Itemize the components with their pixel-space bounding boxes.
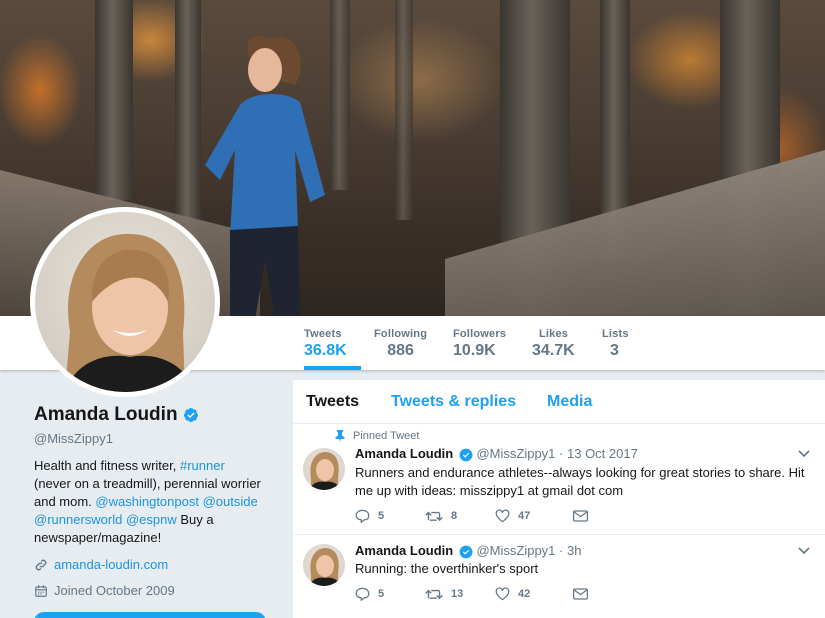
tweet-header: Amanda Loudin @MissZippy1 · 3h xyxy=(355,543,581,559)
tab-tweets-replies[interactable]: Tweets & replies xyxy=(391,393,516,411)
stat-value: 3 xyxy=(610,342,619,359)
profile-handle[interactable]: @MissZippy1 xyxy=(34,431,113,446)
stat-following[interactable]: Following 886 xyxy=(374,316,427,370)
reply-icon xyxy=(355,587,370,601)
verified-badge-icon xyxy=(183,407,198,422)
retweet-count: 13 xyxy=(451,588,464,600)
stat-value: 34.7K xyxy=(532,342,575,359)
tweet-author-handle[interactable]: @MissZippy1 xyxy=(476,446,555,461)
runner-figure xyxy=(205,35,325,316)
retweet-button[interactable]: 8 xyxy=(425,510,495,522)
retweet-icon xyxy=(425,589,443,600)
tweet-timestamp[interactable]: 13 Oct 2017 xyxy=(567,446,638,461)
mention-washingtonpost-link[interactable]: @washingtonpost xyxy=(95,494,199,509)
tweet-header: Amanda Loudin @MissZippy1 · 13 Oct 2017 xyxy=(355,446,638,462)
direct-message-button[interactable] xyxy=(573,588,588,600)
envelope-icon xyxy=(573,510,588,522)
reply-count: 5 xyxy=(378,510,385,522)
envelope-icon xyxy=(573,588,588,600)
like-count: 47 xyxy=(518,510,531,522)
avatar-portrait xyxy=(309,548,341,586)
hashtag-runner-link[interactable]: #runner xyxy=(180,458,225,473)
profile-website-row: amanda-loudin.com xyxy=(34,557,168,572)
heart-icon xyxy=(495,587,510,601)
profile-name-text: Amanda Loudin xyxy=(34,404,178,425)
reply-button[interactable]: 5 xyxy=(355,587,425,601)
stat-label: Tweets xyxy=(304,328,342,340)
like-button[interactable]: 47 xyxy=(495,509,573,523)
avatar xyxy=(35,212,215,392)
stat-value: 886 xyxy=(387,342,414,359)
chevron-down-icon[interactable] xyxy=(798,547,810,555)
like-count: 42 xyxy=(518,588,531,600)
calendar-icon xyxy=(35,584,47,597)
tweet-avatar[interactable] xyxy=(303,544,345,586)
tab-media[interactable]: Media xyxy=(547,393,592,411)
tree-trunk xyxy=(175,0,201,240)
retweet-icon xyxy=(425,511,443,522)
bio-text: Health and fitness writer, xyxy=(34,458,180,473)
profile-joined-row: Joined October 2009 xyxy=(34,583,175,598)
retweet-button[interactable]: 13 xyxy=(425,588,495,600)
tweet-timestamp[interactable]: 3h xyxy=(567,543,581,558)
tree-trunk xyxy=(395,0,413,220)
stat-value: 36.8K xyxy=(304,342,347,359)
joined-date: Joined October 2009 xyxy=(54,583,175,598)
verified-badge-icon xyxy=(459,448,473,461)
stat-value: 10.9K xyxy=(453,342,496,359)
mention-espnw-link[interactable]: @espnw xyxy=(126,512,177,527)
website-link[interactable]: amanda-loudin.com xyxy=(54,557,168,572)
retweet-count: 8 xyxy=(451,510,458,522)
stat-likes[interactable]: Likes 34.7K xyxy=(532,316,575,370)
mention-runnersworld-link[interactable]: @runnersworld xyxy=(34,512,122,527)
pinned-label: Pinned Tweet xyxy=(353,430,420,442)
avatar-portrait xyxy=(309,452,341,490)
timeline: Tweets Tweets & replies Media Pinned Twe… xyxy=(292,380,825,618)
pin-icon xyxy=(335,430,345,442)
reply-icon xyxy=(355,509,370,523)
tweet-actions: 5 8 47 xyxy=(355,509,588,523)
heart-icon xyxy=(495,509,510,523)
tweet-item[interactable]: Amanda Loudin @MissZippy1 · 3h Running: … xyxy=(293,535,825,618)
chevron-down-icon[interactable] xyxy=(798,450,810,458)
tweet-separator: · xyxy=(559,543,564,558)
tweet-avatar[interactable] xyxy=(303,448,345,490)
profile-name[interactable]: Amanda Loudin xyxy=(34,404,199,426)
pinned-tweet-indicator: Pinned Tweet xyxy=(335,430,419,442)
avatar-portrait xyxy=(65,233,195,392)
timeline-tabs: Tweets Tweets & replies Media xyxy=(293,380,825,424)
reply-count: 5 xyxy=(378,588,385,600)
link-icon xyxy=(35,559,47,570)
verified-badge-icon xyxy=(459,545,473,558)
tweet-text: Running: the overthinker's sport xyxy=(355,561,539,576)
tweet-to-button[interactable] xyxy=(34,612,266,618)
profile-bio: Health and fitness writer, #runner (neve… xyxy=(34,457,264,547)
stat-tweets[interactable]: Tweets 36.8K xyxy=(304,316,361,370)
profile-avatar[interactable] xyxy=(30,207,220,397)
stat-label: Followers xyxy=(453,328,507,340)
tweet-author-handle[interactable]: @MissZippy1 xyxy=(476,543,555,558)
stat-followers[interactable]: Followers 10.9K xyxy=(453,316,506,370)
stat-label: Following xyxy=(374,328,428,340)
reply-button[interactable]: 5 xyxy=(355,509,425,523)
tweet-author-name[interactable]: Amanda Loudin xyxy=(355,446,453,461)
stat-label: Likes xyxy=(539,328,569,340)
direct-message-button[interactable] xyxy=(573,510,588,522)
tweet-text: Runners and endurance athletes--always l… xyxy=(355,465,805,498)
tweet-item[interactable]: Pinned Tweet Amanda Loudin @MissZippy1 ·… xyxy=(293,424,825,535)
tweet-actions: 5 13 42 xyxy=(355,587,588,601)
tweet-separator: · xyxy=(559,446,564,461)
tree-trunk xyxy=(95,0,133,200)
like-button[interactable]: 42 xyxy=(495,587,573,601)
stat-lists[interactable]: Lists 3 xyxy=(602,316,629,370)
tweet-author-name[interactable]: Amanda Loudin xyxy=(355,543,453,558)
tab-tweets[interactable]: Tweets xyxy=(306,393,359,411)
mention-outside-link[interactable]: @outside xyxy=(203,494,258,509)
stat-label: Lists xyxy=(602,328,629,340)
